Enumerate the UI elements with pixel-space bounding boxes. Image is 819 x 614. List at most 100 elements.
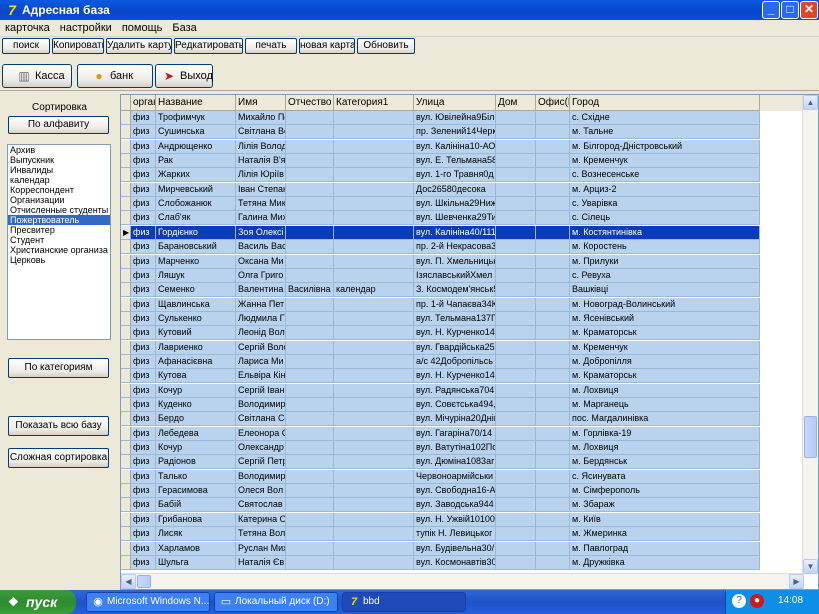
table-cell[interactable]	[496, 469, 536, 484]
column-header[interactable]: Город	[570, 95, 760, 111]
category-item[interactable]: Инвалиды	[8, 165, 110, 175]
task-local-disk[interactable]: ▭ Локальный диск (D:)	[214, 592, 338, 612]
table-cell[interactable]: Гордієнко	[156, 225, 236, 240]
table-cell[interactable]	[536, 398, 570, 412]
table-cell[interactable]: м. Коростень	[570, 240, 760, 255]
table-cell[interactable]	[286, 182, 334, 197]
table-cell[interactable]	[286, 398, 334, 412]
table-cell[interactable]	[286, 211, 334, 226]
table-cell[interactable]: вул. Н. Ужвій10100	[414, 512, 496, 527]
table-cell[interactable]	[334, 268, 414, 283]
table-cell[interactable]: Шульга	[156, 555, 236, 570]
table-cell[interactable]	[536, 412, 570, 427]
table-cell[interactable]	[496, 240, 536, 255]
table-row[interactable]: физ Радіонов Сергій Петр вул. Дюміна1083аг м…	[121, 455, 811, 470]
table-cell[interactable]: физ	[131, 398, 156, 412]
table-cell[interactable]	[536, 168, 570, 183]
table-cell[interactable]	[496, 326, 536, 341]
table-cell[interactable]: пр. 2-й Некрасова3	[414, 240, 496, 255]
table-cell[interactable]	[286, 225, 334, 240]
records-grid[interactable]: органНазваниеИмяОтчествоКатегория1УлицаД…	[120, 94, 819, 590]
table-cell[interactable]	[536, 426, 570, 441]
table-cell[interactable]	[536, 354, 570, 369]
table-cell[interactable]: Андрющенко	[156, 139, 236, 154]
table-cell[interactable]	[286, 154, 334, 169]
table-cell[interactable]: Сулькенко	[156, 311, 236, 326]
table-cell[interactable]	[286, 498, 334, 513]
column-header[interactable]: Отчество	[286, 95, 334, 111]
table-row[interactable]: физ Кутова Ельвіра Кін вул. Н. Курченко14 м.…	[121, 369, 811, 384]
table-cell[interactable]: вул. Радянська704	[414, 383, 496, 398]
table-cell[interactable]: Елеонора С	[236, 426, 286, 441]
table-cell[interactable]: Оксана Ми	[236, 254, 286, 269]
table-cell[interactable]: физ	[131, 354, 156, 369]
table-cell[interactable]	[496, 555, 536, 570]
table-cell[interactable]	[334, 412, 414, 427]
table-cell[interactable]	[334, 354, 414, 369]
table-cell[interactable]	[536, 512, 570, 527]
table-cell[interactable]	[286, 354, 334, 369]
show-all-button[interactable]: Показать всю базу	[8, 416, 109, 436]
table-cell[interactable]: м. Бердянськ	[570, 455, 760, 470]
table-cell[interactable]	[334, 211, 414, 226]
table-cell[interactable]	[496, 225, 536, 240]
table-cell[interactable]	[334, 182, 414, 197]
table-cell[interactable]	[334, 441, 414, 456]
table-cell[interactable]	[496, 197, 536, 212]
table-cell[interactable]	[286, 512, 334, 527]
table-cell[interactable]	[286, 111, 334, 125]
table-cell[interactable]	[334, 555, 414, 570]
maximize-button[interactable]: □	[781, 1, 799, 19]
table-cell[interactable]: вул. Тельмана137Г	[414, 311, 496, 326]
category-item[interactable]: Корреспондент	[8, 185, 110, 195]
new-card-button[interactable]: новая карта	[299, 38, 355, 54]
exit-button[interactable]: ➤ Выход	[155, 64, 213, 88]
table-cell[interactable]	[286, 426, 334, 441]
category-item[interactable]: Организации	[8, 195, 110, 205]
table-cell[interactable]	[334, 398, 414, 412]
table-cell[interactable]	[334, 455, 414, 470]
table-cell[interactable]	[286, 168, 334, 183]
table-cell[interactable]: м. Дружківка	[570, 555, 760, 570]
table-cell[interactable]: вул. Калініна10-АОд	[414, 139, 496, 154]
table-cell[interactable]: Михайло Пе	[236, 111, 286, 125]
table-cell[interactable]: м. Тальне	[570, 125, 760, 140]
table-cell[interactable]	[334, 139, 414, 154]
table-cell[interactable]: физ	[131, 555, 156, 570]
table-cell[interactable]	[286, 469, 334, 484]
table-cell[interactable]: физ	[131, 154, 156, 169]
category-item[interactable]: Студент	[8, 235, 110, 245]
table-cell[interactable]: Кутова	[156, 369, 236, 384]
sort-alphabet-button[interactable]: По алфавиту	[8, 116, 109, 134]
table-cell[interactable]	[286, 369, 334, 384]
complex-sort-button[interactable]: Сложная сортировка	[8, 448, 109, 468]
table-cell[interactable]	[286, 441, 334, 456]
table-cell[interactable]: Руслан Мих	[236, 541, 286, 556]
table-row[interactable]: физ Семенко Валентина Василівна календар З. К…	[121, 283, 811, 298]
table-cell[interactable]	[536, 555, 570, 570]
table-cell[interactable]: Барановський	[156, 240, 236, 255]
table-cell[interactable]	[334, 197, 414, 212]
table-cell[interactable]: физ	[131, 211, 156, 226]
table-cell[interactable]	[536, 197, 570, 212]
table-cell[interactable]: Лисяк	[156, 527, 236, 542]
table-cell[interactable]: вул. 1-го Травня0д	[414, 168, 496, 183]
table-cell[interactable]: Бабій	[156, 498, 236, 513]
table-cell[interactable]: м. Добропілля	[570, 354, 760, 369]
table-cell[interactable]: Сергій Петр	[236, 455, 286, 470]
table-cell[interactable]	[496, 527, 536, 542]
table-cell[interactable]: м. Арциз-2	[570, 182, 760, 197]
table-cell[interactable]: Сергій Воло	[236, 340, 286, 355]
table-cell[interactable]: Лариса Ми	[236, 354, 286, 369]
table-row[interactable]: физ Барановський Василь Вас пр. 2-й Некрасо…	[121, 240, 811, 255]
table-cell[interactable]	[536, 441, 570, 456]
table-cell[interactable]: Лілія Волод	[236, 139, 286, 154]
table-cell[interactable]: физ	[131, 225, 156, 240]
table-cell[interactable]	[536, 527, 570, 542]
table-row[interactable]: физ Щавлинська Жанна Пет пр. 1-й Чапаєва34К…	[121, 297, 811, 312]
close-button[interactable]: ✕	[800, 1, 818, 19]
table-cell[interactable]: с. Ревуха	[570, 268, 760, 283]
copy-button[interactable]: Копировать	[52, 38, 104, 54]
table-cell[interactable]: Трофимчук	[156, 111, 236, 125]
table-cell[interactable]: м. Ясенівський	[570, 311, 760, 326]
